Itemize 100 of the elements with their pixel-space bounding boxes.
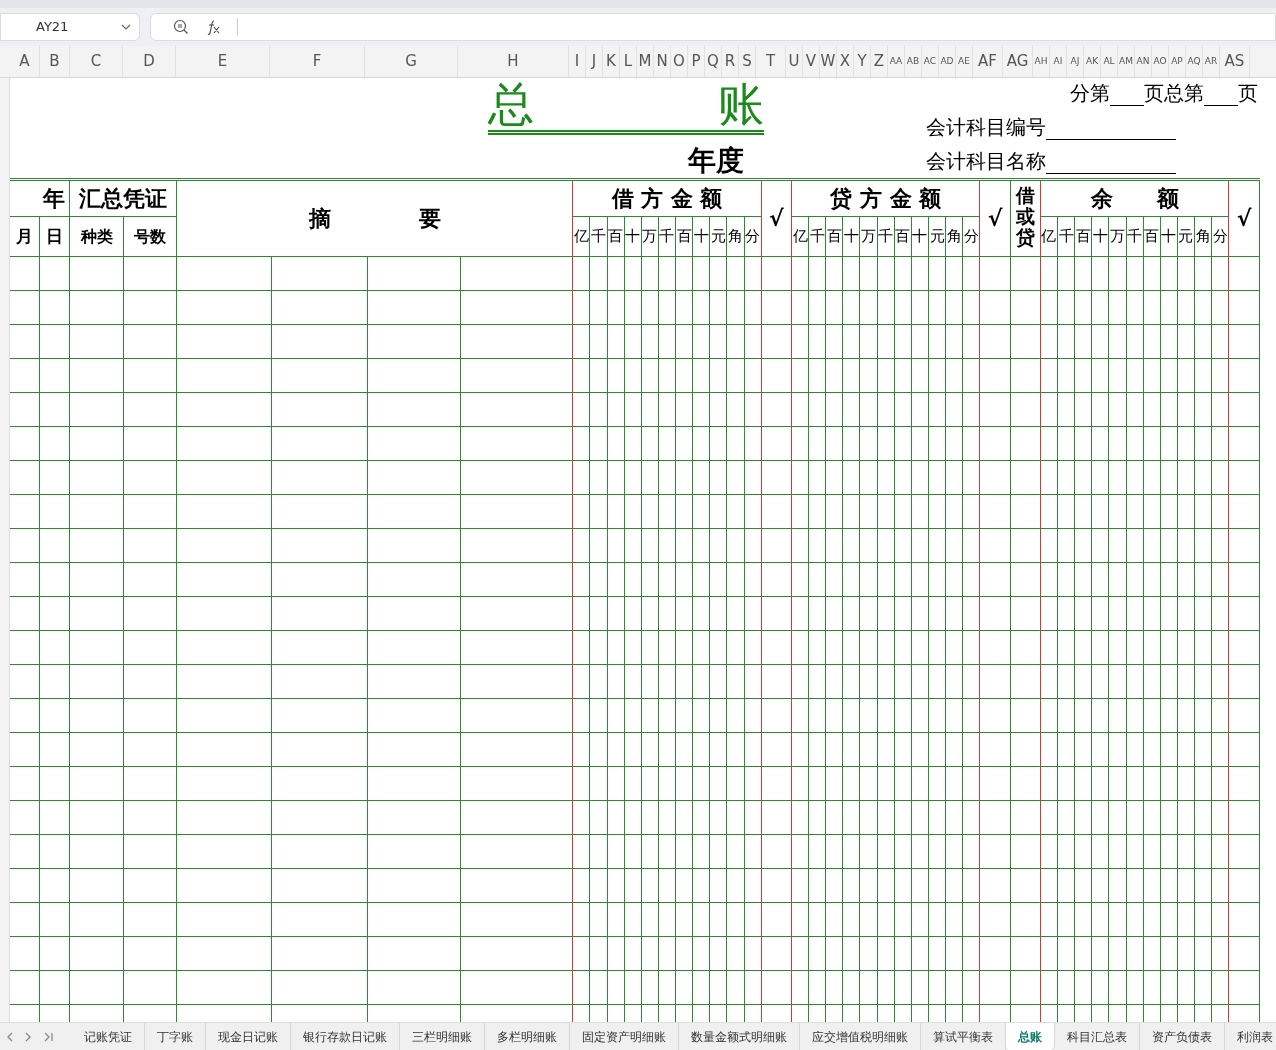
column-header[interactable]: I	[574, 54, 580, 69]
column-header[interactable]: H	[507, 54, 519, 69]
column-header[interactable]: B	[49, 54, 60, 69]
year-label: 年度	[688, 143, 744, 179]
column-header[interactable]: J	[591, 54, 597, 69]
chevron-left-icon[interactable]	[6, 1031, 13, 1042]
column-header[interactable]: C	[90, 54, 102, 69]
digit-label: 千	[809, 217, 827, 257]
column-header[interactable]: AB	[906, 57, 920, 66]
column-header[interactable]: N	[656, 54, 668, 69]
digit-label: 千	[658, 217, 677, 257]
column-header[interactable]: AN	[1136, 57, 1150, 66]
column-header[interactable]: G	[405, 54, 417, 69]
header-cell: 摘 要	[177, 181, 574, 257]
column-header[interactable]: Z	[873, 54, 885, 69]
sheet-tab[interactable]: 利润表	[1225, 1022, 1276, 1050]
column-header[interactable]: AS	[1224, 54, 1245, 69]
sheet-tab[interactable]: 科目汇总表	[1055, 1022, 1140, 1050]
column-header[interactable]: AQ	[1187, 57, 1201, 66]
digit-label: 亿	[791, 217, 810, 257]
column-header[interactable]: U	[788, 54, 800, 69]
column-header[interactable]: E	[217, 54, 228, 69]
sheet-tab[interactable]: 资产负债表	[1140, 1022, 1225, 1050]
column-header[interactable]: AD	[940, 57, 954, 66]
digit-label: 角	[1195, 217, 1213, 257]
column-header[interactable]: AM	[1119, 57, 1133, 66]
page-info-text: 页	[1238, 80, 1258, 106]
column-header[interactable]: O	[673, 54, 685, 69]
digit-label: 百	[1143, 217, 1161, 257]
digit-label: 万	[641, 217, 659, 257]
digit-label: 分	[744, 217, 762, 257]
column-header[interactable]: L	[623, 54, 633, 69]
column-header[interactable]: P	[691, 54, 701, 69]
column-header[interactable]: AK	[1085, 57, 1099, 66]
column-header[interactable]: AP	[1171, 57, 1183, 66]
column-header[interactable]: S	[742, 54, 752, 69]
column-header[interactable]: AI	[1053, 57, 1063, 66]
column-header[interactable]: K	[606, 54, 616, 69]
column-header[interactable]: Y	[857, 54, 867, 69]
column-header[interactable]: AF	[978, 54, 997, 69]
column-header[interactable]: V	[805, 54, 817, 69]
zoom-icon[interactable]	[173, 19, 189, 35]
sheet-tab[interactable]: 三栏明细账	[400, 1022, 485, 1050]
column-header[interactable]: AJ	[1070, 57, 1080, 66]
header-cell: 年	[10, 181, 71, 217]
column-header[interactable]: M	[638, 54, 652, 69]
sheet-tab[interactable]: 应交增值税明细账	[800, 1022, 921, 1050]
digit-label: 百	[894, 217, 912, 257]
sheet-tab[interactable]: 丁字账	[145, 1022, 206, 1050]
field-label: 会计科目名称	[926, 148, 1046, 174]
page-info-text: 页总第	[1144, 80, 1204, 106]
header-cell: 贷 方 金 额	[791, 181, 981, 217]
digit-label: 百	[676, 217, 694, 257]
column-header[interactable]: AG	[1006, 54, 1029, 69]
cell-reference: AY21	[36, 18, 69, 37]
column-header[interactable]: AH	[1034, 57, 1048, 66]
column-header[interactable]: AC	[923, 57, 937, 66]
column-header[interactable]: R	[724, 54, 736, 69]
column-header[interactable]: AA	[889, 57, 903, 66]
column-header[interactable]: X	[839, 54, 851, 69]
column-header[interactable]: Q	[707, 54, 719, 69]
page-info-text: 分第	[1070, 80, 1110, 106]
digit-label: 角	[946, 217, 964, 257]
digit-label: 万	[1109, 217, 1127, 257]
sheet-tab[interactable]: 多栏明细账	[485, 1022, 570, 1050]
column-header[interactable]: A	[19, 54, 30, 69]
header-cell: 借 方 金 额	[573, 181, 762, 217]
function-icon[interactable]	[205, 19, 221, 35]
column-header[interactable]: D	[143, 54, 155, 69]
column-header[interactable]: AR	[1204, 57, 1218, 66]
check-header: √	[980, 181, 1011, 257]
header-cell: 借或贷	[1010, 181, 1041, 257]
digit-label: 分	[963, 217, 981, 257]
digit-label: 千	[1058, 217, 1076, 257]
sheet-tab[interactable]: 现金日记账	[206, 1022, 291, 1050]
formula-field[interactable]	[150, 13, 1276, 41]
header-cell: 月	[10, 217, 41, 257]
digit-label: 十	[1160, 217, 1178, 257]
digit-label: 千	[1126, 217, 1144, 257]
column-header[interactable]: AO	[1153, 57, 1167, 66]
name-box[interactable]: AY21	[0, 13, 140, 41]
digit-label: 亿	[573, 217, 591, 257]
sheet-tab[interactable]: 数量金额式明细账	[679, 1022, 800, 1050]
column-header[interactable]: W	[820, 54, 836, 69]
sheet-tab[interactable]: 固定资产明细账	[570, 1022, 679, 1050]
sheet-tab[interactable]: 总账	[1006, 1022, 1055, 1050]
column-header[interactable]: T	[765, 54, 776, 69]
header-cell: 种类	[70, 217, 124, 257]
column-header[interactable]: AE	[958, 57, 970, 66]
digit-label: 十	[1092, 217, 1110, 257]
digit-label: 元	[1177, 217, 1195, 257]
sheet-tab[interactable]: 记账凭证	[72, 1022, 145, 1050]
column-header[interactable]: F	[312, 54, 322, 69]
chevron-right-icon[interactable]	[25, 1031, 32, 1042]
sheet-tab[interactable]: 银行存款日记账	[291, 1022, 400, 1050]
digit-label: 十	[843, 217, 861, 257]
header-cell: 号数	[123, 217, 178, 257]
column-header[interactable]: AL	[1103, 57, 1115, 66]
header-cell: 汇总凭证	[70, 181, 178, 217]
skip-to-end-icon[interactable]	[44, 1031, 54, 1042]
